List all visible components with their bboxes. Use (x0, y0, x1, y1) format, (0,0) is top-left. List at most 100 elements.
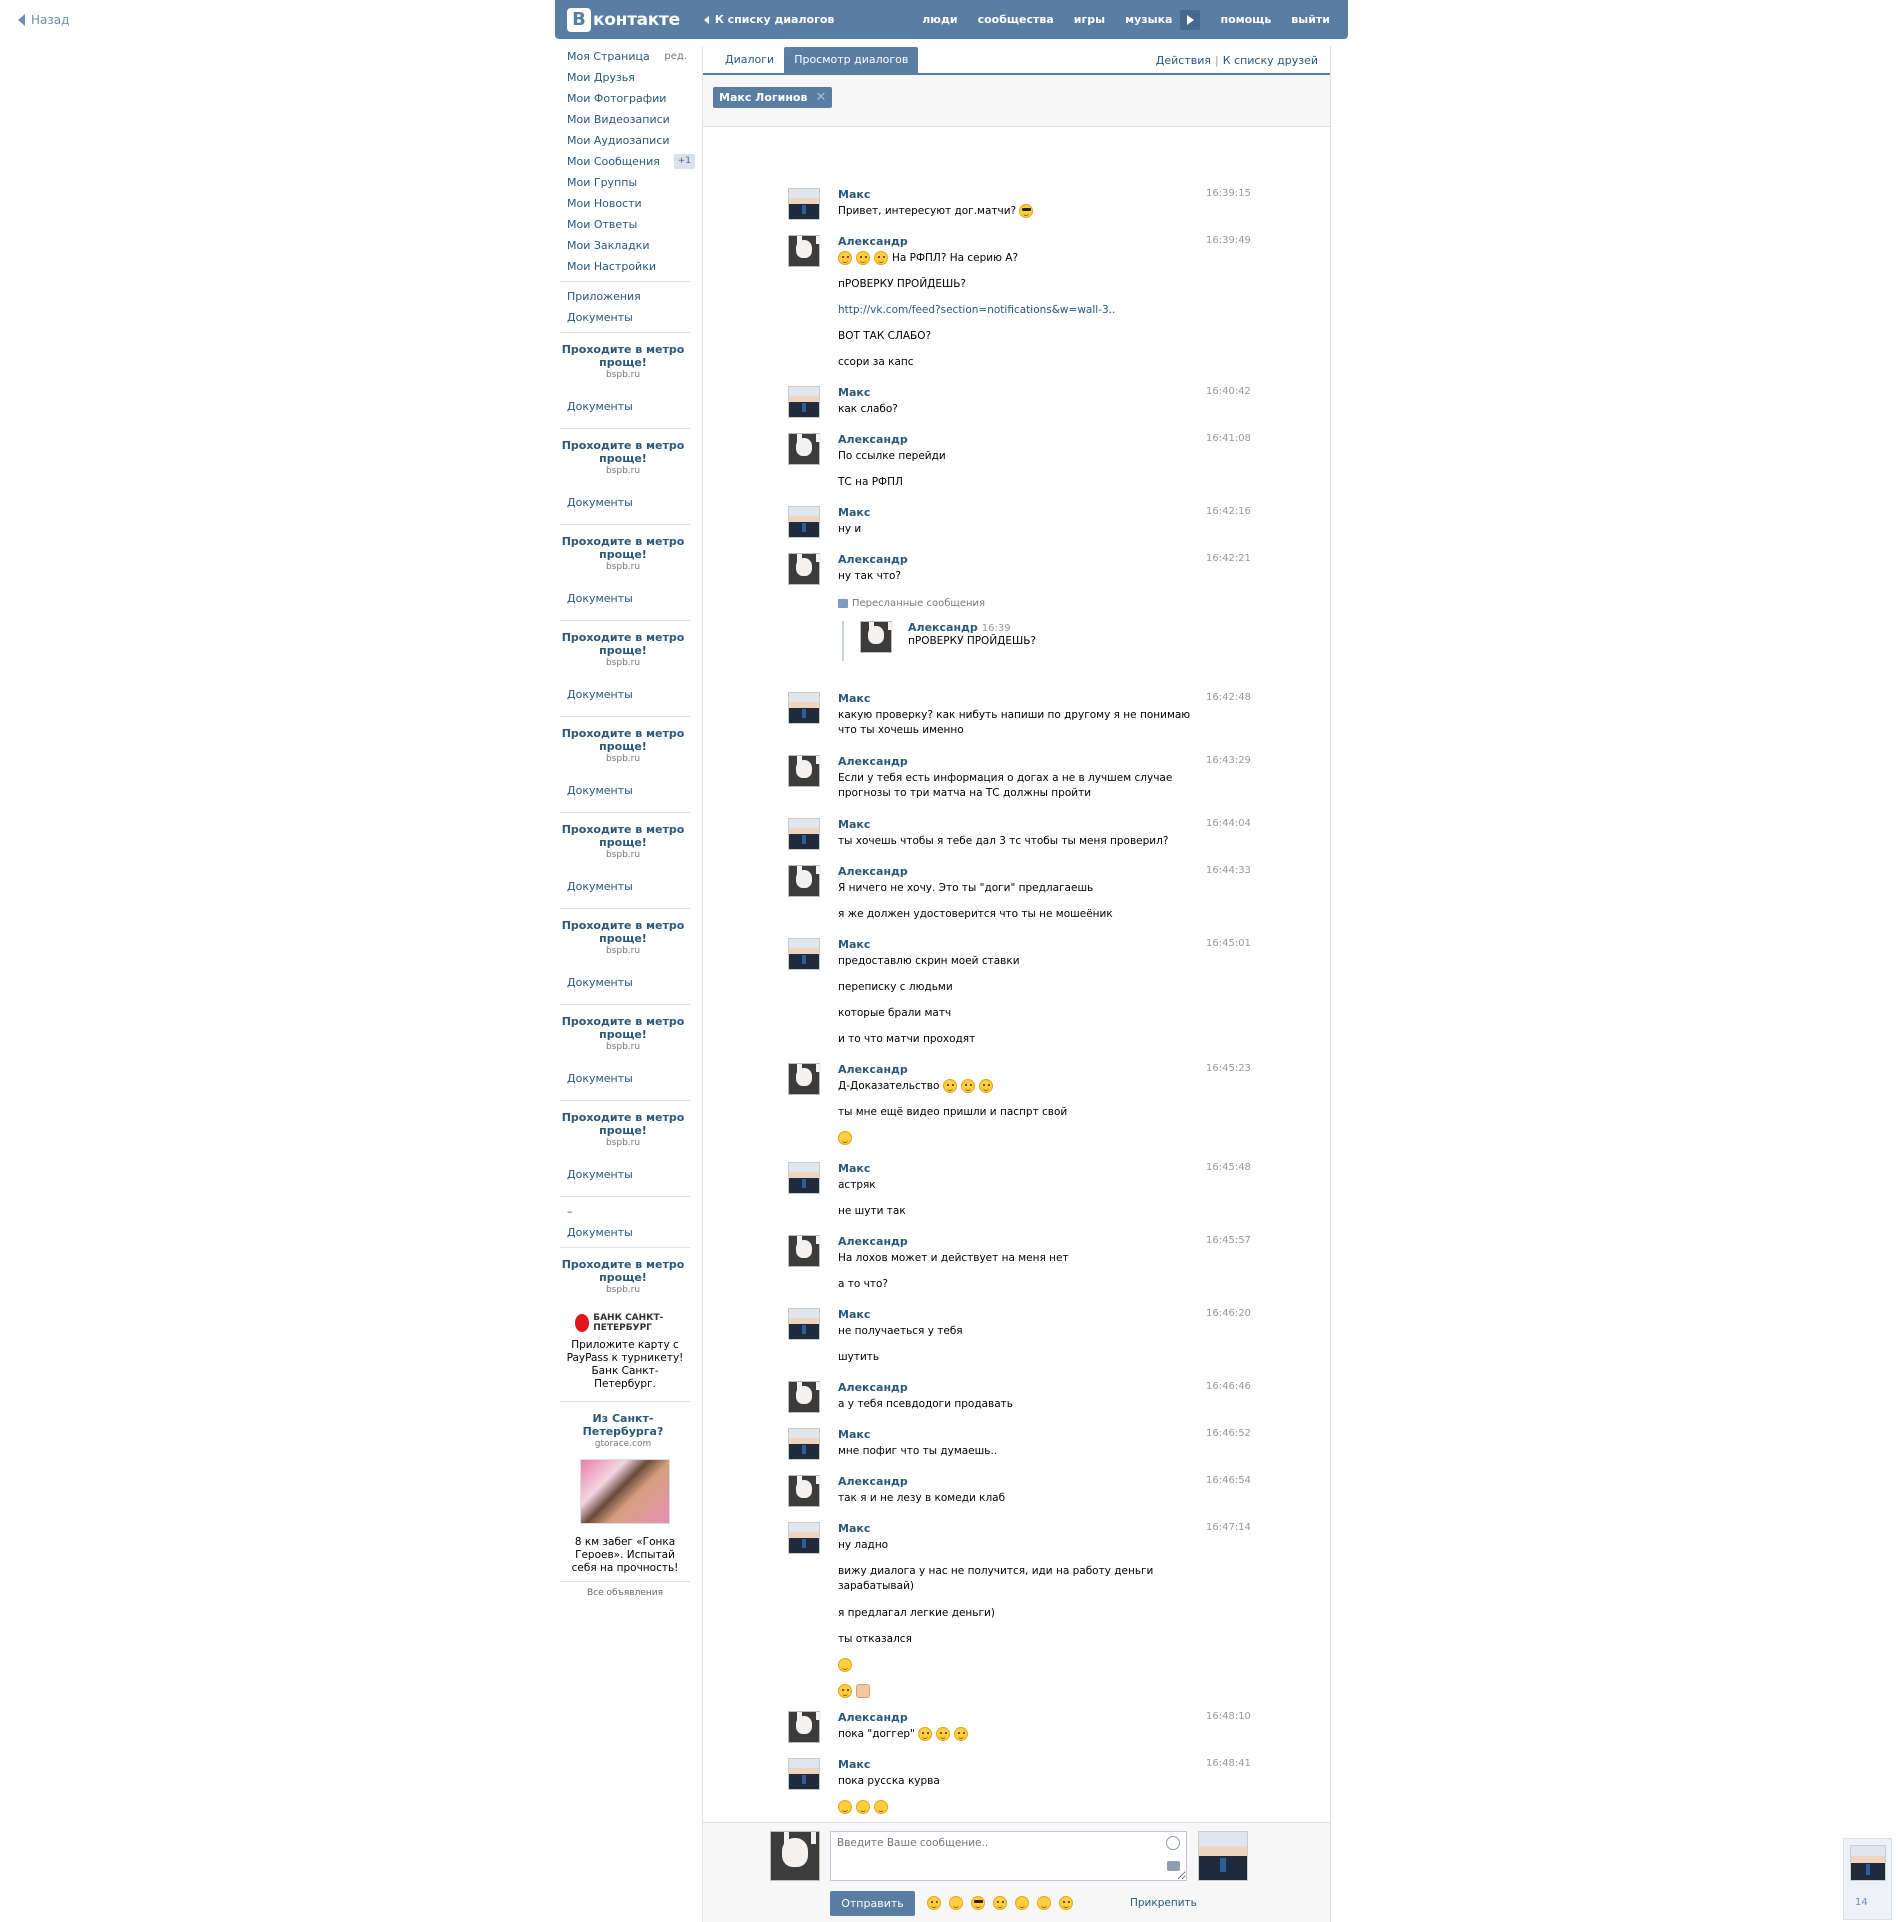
avatar[interactable] (860, 621, 893, 653)
all-ads-link[interactable]: Все объявления (560, 1581, 690, 1604)
avatar[interactable] (788, 1063, 821, 1095)
avatar[interactable] (788, 1381, 821, 1413)
smile-emoji-icon[interactable] (949, 1896, 963, 1910)
message-author[interactable]: Александр (838, 865, 908, 878)
chat-corner-widget[interactable]: 14 (1843, 1838, 1892, 1920)
message-time[interactable]: 16:42:48 (1206, 692, 1251, 703)
sidebar-item-apps[interactable]: Приложения (555, 286, 695, 307)
message-time[interactable]: 16:39:49 (1206, 235, 1251, 246)
laugh-emoji-icon[interactable] (927, 1896, 941, 1910)
avatar[interactable] (788, 1522, 820, 1554)
sidebar-docs-link[interactable]: Документы (555, 1222, 695, 1243)
message-input[interactable] (830, 1831, 1187, 1881)
sidebar-ad[interactable]: Проходите в метро проще! bspb.ru (559, 817, 687, 864)
message-author[interactable]: Макс (838, 1428, 870, 1441)
avatar[interactable] (788, 386, 820, 418)
pensive-emoji-icon[interactable] (1059, 1896, 1073, 1910)
sidebar-item-photos[interactable]: Мои Фотографии (555, 88, 695, 109)
sidebar-ad[interactable]: Проходите в метро проще! bspb.ru (559, 1252, 687, 1299)
message-author[interactable]: Александр (838, 1381, 908, 1394)
friends-list-link[interactable]: К списку друзей (1223, 54, 1318, 67)
message-time[interactable]: 16:45:57 (1206, 1235, 1251, 1246)
message-author[interactable]: Макс (838, 818, 870, 831)
message-time[interactable]: 16:46:54 (1206, 1475, 1251, 1486)
message-time[interactable]: 16:47:14 (1206, 1522, 1251, 1533)
sidebar-docs-link[interactable]: Документы (555, 672, 695, 712)
nav-people[interactable]: люди (922, 13, 957, 26)
avatar[interactable] (788, 865, 821, 897)
back-to-dialogs-link[interactable]: К списку диалогов (703, 13, 834, 26)
message-author[interactable]: Макс (838, 188, 870, 201)
avatar[interactable] (788, 1711, 821, 1743)
message-author[interactable]: Александр (838, 1235, 908, 1248)
sidebar-item-my-page[interactable]: Моя Страница ред. (555, 46, 695, 67)
edit-link[interactable]: ред. (664, 46, 687, 67)
sidebar-ad[interactable]: Проходите в метро проще! bspb.ru (559, 721, 687, 768)
avatar[interactable] (788, 1235, 821, 1267)
message-time[interactable]: 16:48:41 (1206, 1758, 1251, 1769)
emoji-picker-icon[interactable] (1166, 1836, 1180, 1850)
sidebar-docs-link[interactable]: Документы (555, 576, 695, 616)
message-time[interactable]: 16:42:21 (1206, 553, 1251, 564)
message-link[interactable]: http://vk.com/feed?section=notifications… (838, 303, 1198, 318)
sidebar-item-groups[interactable]: Мои Группы (555, 172, 695, 193)
forwarded-author[interactable]: Александр 16:39 (908, 621, 1011, 634)
sidebar-item-settings[interactable]: Мои Настройки (555, 256, 695, 277)
message-author[interactable]: Макс (838, 386, 870, 399)
message-time[interactable]: 16:45:01 (1206, 938, 1251, 949)
actions-link[interactable]: Действия (1156, 54, 1211, 67)
sidebar-docs-link[interactable]: Документы (555, 864, 695, 904)
send-button[interactable]: Отправить (830, 1891, 915, 1916)
message-author[interactable]: Александр (838, 235, 908, 248)
message-author[interactable]: Александр (838, 755, 908, 768)
avatar[interactable] (788, 818, 820, 850)
avatar[interactable] (788, 188, 820, 220)
sidebar-ad[interactable]: Проходите в метро проще! bspb.ru (559, 1105, 687, 1152)
sidebar-ad[interactable]: Проходите в метро проще! bspb.ru (559, 913, 687, 960)
message-author[interactable]: Александр (838, 1711, 908, 1724)
bank-logo[interactable]: БАНК САНКТ-ПЕТЕРБУРГ (555, 1299, 695, 1333)
message-author[interactable]: Макс (838, 1522, 870, 1535)
sidebar-ad[interactable]: Проходите в метро проще! bspb.ru (559, 625, 687, 672)
peer-chip[interactable]: Макс Логинов ✕ (713, 87, 833, 108)
avatar[interactable] (788, 938, 820, 970)
message-author[interactable]: Александр (838, 1475, 908, 1488)
message-time[interactable]: 16:44:33 (1206, 865, 1251, 876)
message-time[interactable]: 16:39:15 (1206, 188, 1251, 199)
camera-icon[interactable] (1167, 1861, 1180, 1871)
sidebar-ad[interactable]: Проходите в метро проще! bspb.ru (559, 433, 687, 480)
message-author[interactable]: Макс (838, 506, 870, 519)
avatar[interactable] (1850, 1845, 1886, 1881)
sidebar-docs-link[interactable]: Документы (555, 480, 695, 520)
sidebar-docs-link[interactable]: Документы (555, 768, 695, 808)
message-time[interactable]: 16:41:08 (1206, 433, 1251, 444)
message-author[interactable]: Макс (838, 938, 870, 951)
message-author[interactable]: Макс (838, 1758, 870, 1771)
message-time[interactable]: 16:43:29 (1206, 755, 1251, 766)
sidebar-item-docs[interactable]: Документы (555, 307, 695, 328)
tired-emoji-icon[interactable] (993, 1896, 1007, 1910)
grin-emoji-icon[interactable] (1015, 1896, 1029, 1910)
message-time[interactable]: 16:42:16 (1206, 506, 1251, 517)
avatar[interactable] (788, 1308, 820, 1340)
message-author[interactable]: Макс (838, 1162, 870, 1175)
sidebar-ad[interactable]: Проходите в метро проще! bspb.ru (559, 337, 687, 384)
sidebar-item-videos[interactable]: Мои Видеозаписи (555, 109, 695, 130)
bank-ad-text[interactable]: Приложите карту с PayPass к турникету! Б… (555, 1333, 695, 1397)
message-time[interactable]: 16:45:23 (1206, 1063, 1251, 1074)
message-time[interactable]: 16:40:42 (1206, 386, 1251, 397)
nav-games[interactable]: игры (1074, 13, 1105, 26)
message-author[interactable]: Александр (838, 433, 908, 446)
back-link[interactable]: Назад (18, 13, 69, 27)
teeth-emoji-icon[interactable] (1037, 1896, 1051, 1910)
avatar[interactable] (788, 755, 821, 787)
sidebar-item-answers[interactable]: Мои Ответы (555, 214, 695, 235)
tab-dialogs[interactable]: Диалоги (715, 47, 784, 73)
message-time[interactable]: 16:46:20 (1206, 1308, 1251, 1319)
avatar[interactable] (788, 553, 821, 585)
sidebar-docs-link[interactable]: Документы (555, 1152, 695, 1192)
message-author[interactable]: Александр (838, 553, 908, 566)
avatar[interactable] (788, 235, 821, 267)
nav-logout[interactable]: выйти (1291, 13, 1330, 26)
avatar[interactable] (788, 1475, 821, 1507)
